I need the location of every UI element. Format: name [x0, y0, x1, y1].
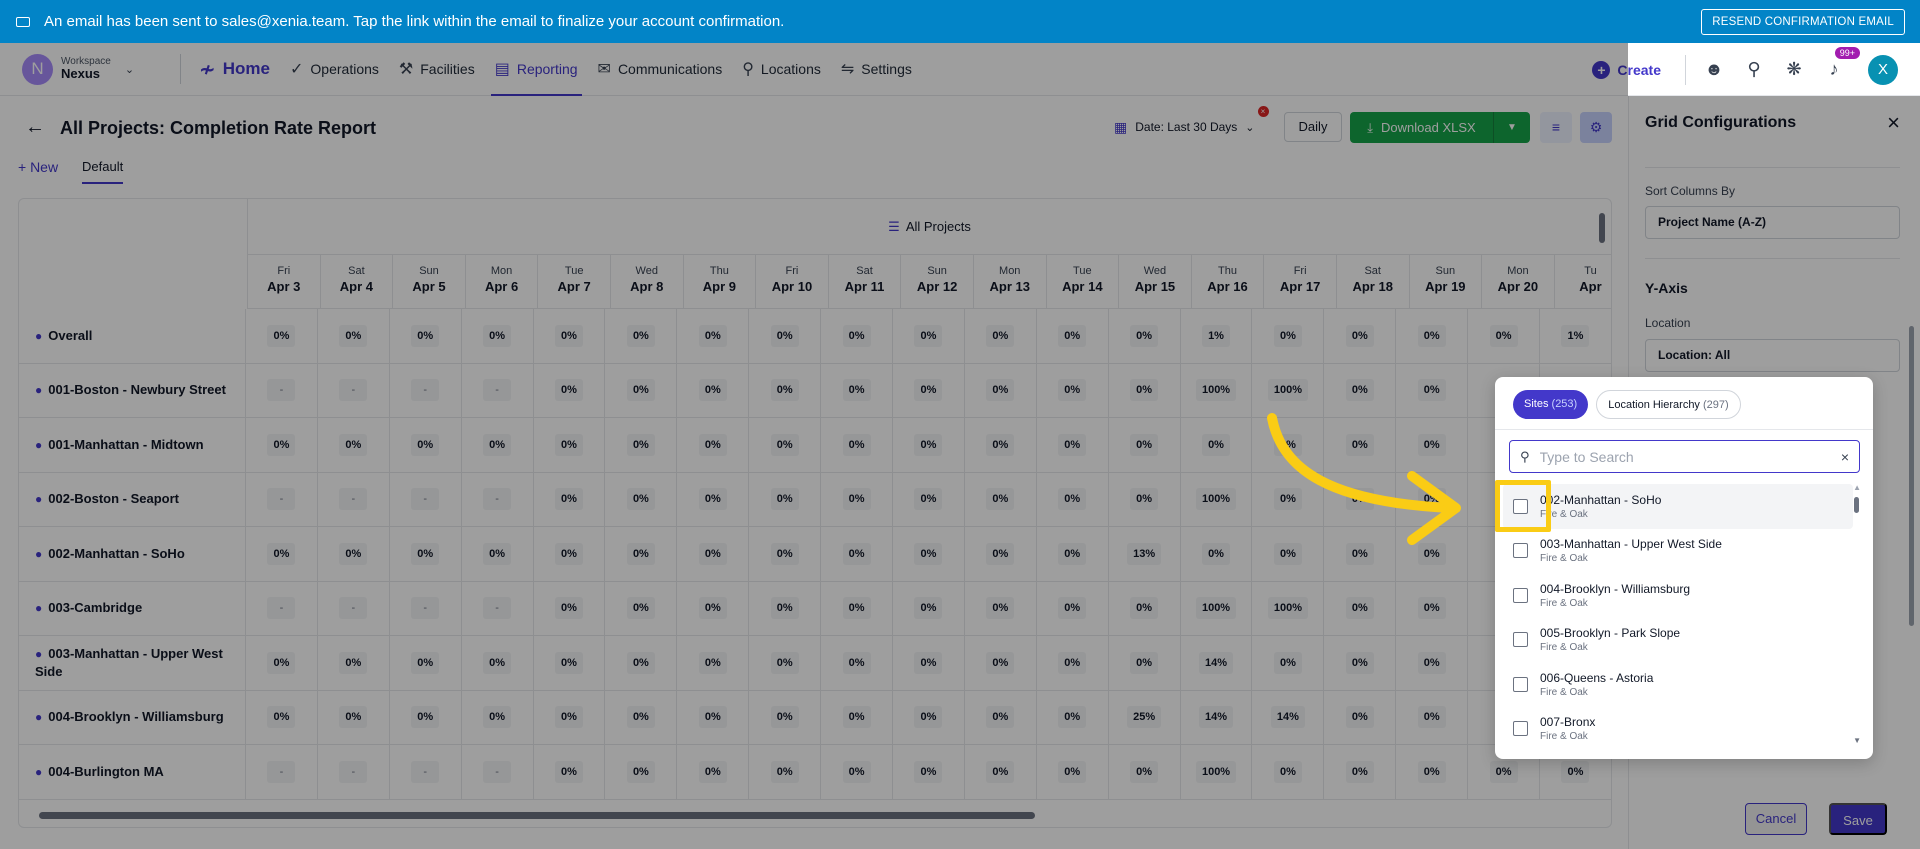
divider [1495, 429, 1873, 430]
notification-badge: 99+ [1834, 47, 1860, 59]
tab-sites-count: (253) [1551, 398, 1578, 410]
tab-location-hierarchy[interactable]: Location Hierarchy (297) [1596, 390, 1741, 419]
tab-sites-label: Sites [1524, 398, 1549, 410]
location-name: 005-Brooklyn - Park Slope [1540, 626, 1681, 641]
nav-divider [1685, 54, 1686, 85]
puzzle-icon[interactable]: ❋ [1774, 59, 1814, 80]
add-user-icon[interactable]: ☻ [1694, 59, 1734, 80]
list-item[interactable]: 006-Queens - Astoria Fire & Oak [1503, 662, 1853, 707]
resend-confirmation-button[interactable]: RESEND CONFIRMATION EMAIL [1701, 9, 1905, 35]
location-name: 003-Manhattan - Upper West Side [1540, 537, 1722, 552]
location-checkbox[interactable] [1513, 632, 1528, 648]
location-checkbox[interactable] [1513, 721, 1528, 737]
list-item[interactable]: 004-Brooklyn - Williamsburg Fire & Oak [1503, 573, 1853, 618]
location-group: Fire & Oak [1540, 642, 1588, 654]
location-group: Fire & Oak [1540, 508, 1588, 520]
search-input[interactable] [1539, 448, 1841, 465]
location-group: Fire & Oak [1540, 597, 1588, 609]
list-item[interactable]: 003-Manhattan - Upper West Side Fire & Oa… [1503, 529, 1853, 574]
annotation-highlight-box [1495, 480, 1551, 532]
list-item[interactable]: 007-Bronx Fire & Oak [1503, 707, 1853, 752]
telescope-icon[interactable]: ⚲ [1734, 59, 1774, 80]
location-list: 002-Manhattan - SoHo Fire & Oak 003-Manhat… [1503, 484, 1853, 751]
clear-search-icon[interactable]: × [1841, 449, 1849, 465]
banner-message: An email has been sent to sales@xenia.te… [44, 13, 785, 30]
location-name: 007-Bronx [1540, 715, 1596, 730]
location-name: 006-Queens - Astoria [1540, 670, 1654, 685]
user-avatar[interactable]: X [1868, 54, 1898, 85]
location-picker-popover: Sites (253) Location Hierarchy (297) ⚲ ×… [1495, 377, 1873, 759]
scroll-up-icon[interactable]: ▲ [1853, 483, 1861, 492]
confirmation-banner: An email has been sent to sales@xenia.te… [0, 0, 1920, 43]
location-search: ⚲ × [1509, 440, 1860, 473]
mail-icon [16, 16, 30, 27]
location-group: Fire & Oak [1540, 553, 1588, 565]
location-group: Fire & Oak [1540, 686, 1588, 698]
tab-hierarchy-label: Location Hierarchy [1608, 399, 1700, 411]
list-item[interactable]: 002-Manhattan - SoHo Fire & Oak [1503, 484, 1853, 529]
location-name: 004-Brooklyn - Williamsburg [1540, 581, 1691, 596]
list-item[interactable]: 005-Brooklyn - Park Slope Fire & Oak [1503, 618, 1853, 663]
list-scrollbar[interactable] [1854, 497, 1859, 513]
annotation-arrow [1267, 413, 1461, 545]
location-name: 002-Manhattan - SoHo [1540, 492, 1662, 507]
location-checkbox[interactable] [1513, 587, 1528, 603]
location-group: Fire & Oak [1540, 731, 1588, 743]
location-checkbox[interactable] [1513, 676, 1528, 692]
search-icon: ⚲ [1520, 448, 1530, 464]
tab-hierarchy-count: (297) [1703, 399, 1729, 411]
scroll-down-icon[interactable]: ▼ [1853, 736, 1861, 745]
location-checkbox[interactable] [1513, 543, 1528, 559]
tab-sites[interactable]: Sites (253) [1513, 390, 1589, 419]
bell-icon[interactable]: ♪ 99+ [1814, 47, 1860, 80]
